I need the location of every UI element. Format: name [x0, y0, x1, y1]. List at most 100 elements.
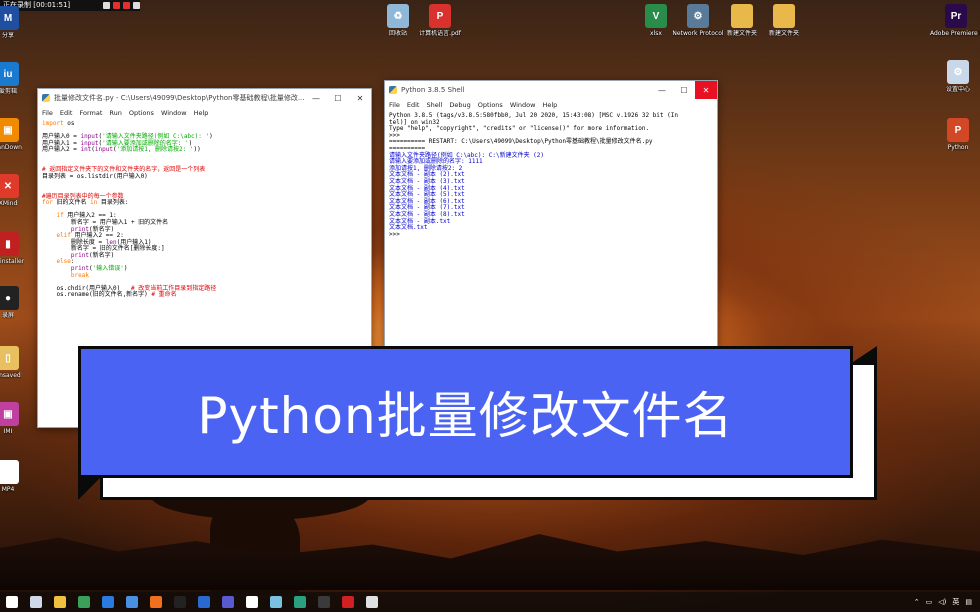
- shell-output-area[interactable]: Python 3.8.5 (tags/v3.8.5:580fbb0, Jul 2…: [385, 111, 717, 240]
- start-icon[interactable]: [6, 596, 18, 608]
- shell-titlebar[interactable]: Python 3.8.5 Shell — ☐ ✕: [385, 81, 717, 99]
- app-icon-tb4[interactable]: [198, 596, 210, 608]
- desktop-icon[interactable]: ⚙ 设置中心: [932, 60, 980, 93]
- desktop-icon[interactable]: ▮ Uninstaller: [0, 232, 34, 265]
- editor-menu-file[interactable]: File: [42, 109, 53, 117]
- desktop-icon-label: Adobe Premiere Pro: [930, 30, 980, 37]
- desktop-icon[interactable]: ▯ unsaved: [0, 346, 34, 379]
- network-tray-icon[interactable]: ▭: [926, 598, 933, 606]
- python-icon: [42, 94, 50, 102]
- desktop-icon-label: 回收站: [388, 30, 407, 37]
- editor-code-line: [42, 154, 367, 161]
- banner-title: Python批量修改文件名: [197, 387, 734, 445]
- shell-output-line: >>>: [389, 230, 404, 238]
- record-icon[interactable]: [342, 596, 354, 608]
- shell-menu-shell[interactable]: Shell: [426, 101, 442, 109]
- shell-output-line: Type "help", "copyright", "credits" or "…: [389, 125, 650, 133]
- app-icon-tb6[interactable]: [246, 596, 258, 608]
- app-icon-doc: ▯: [0, 346, 19, 370]
- browser-icon[interactable]: [102, 596, 114, 608]
- camera-icon[interactable]: [133, 2, 140, 9]
- maximize-button[interactable]: ☐: [327, 89, 349, 107]
- task-view-icon[interactable]: [30, 596, 42, 608]
- editor-menu-window[interactable]: Window: [161, 109, 187, 117]
- minimize-button[interactable]: —: [651, 81, 673, 99]
- minimize-button[interactable]: —: [305, 89, 327, 107]
- file-explorer-icon[interactable]: [54, 596, 66, 608]
- shell-menu-debug[interactable]: Debug: [449, 101, 470, 109]
- desktop-icon-label: MP4: [1, 486, 15, 493]
- close-button[interactable]: ✕: [349, 89, 371, 107]
- stop-icon[interactable]: [123, 2, 130, 9]
- maximize-button[interactable]: ☐: [673, 81, 695, 99]
- title-banner: Python批量修改文件名: [78, 346, 853, 478]
- app-icon-blue: iu: [0, 62, 19, 86]
- desktop-icon-label: 新建文件夹: [726, 30, 757, 37]
- desktop-icon[interactable]: iu 爱剪辑: [0, 62, 34, 95]
- shell-output-line: ========== RESTART: C:\Users\49099\Deskt…: [389, 138, 653, 146]
- desktop-icon[interactable]: ▣ PanDown: [0, 118, 34, 151]
- taskbar: ⌃ ▭ ◁) 英 ▤: [0, 592, 980, 612]
- desktop-icon-label: IMI: [3, 428, 13, 435]
- editor-code-line: os.rename(旧的文件名,新名字) # 重命名: [42, 291, 177, 299]
- editor-code-area[interactable]: import os 用户输入0 = input('请输入文件夹路径(例如 C:\…: [38, 119, 371, 301]
- desktop-icon[interactable]: Pr Adobe Premiere Pro: [930, 4, 980, 37]
- app-icon-tb9[interactable]: [318, 596, 330, 608]
- editor-code-line: for 旧的文件名 in 目录列表:: [42, 199, 129, 207]
- desktop-icon-label: Uninstaller: [0, 258, 25, 265]
- desktop-icon[interactable]: ● 录屏: [0, 286, 34, 319]
- app-icon-tb2[interactable]: [126, 596, 138, 608]
- editor-menu-help[interactable]: Help: [194, 109, 209, 117]
- desktop-icon-label: unsaved: [0, 372, 21, 379]
- editor-menu-edit[interactable]: Edit: [60, 109, 73, 117]
- desktop-icon[interactable]: M 分享: [0, 6, 34, 39]
- folder-icon-2: [773, 4, 795, 28]
- desktop-icon[interactable]: P Python: [932, 118, 980, 151]
- desktop-icon[interactable]: ✕ XMind: [0, 174, 34, 207]
- app-icon-tb10[interactable]: [366, 596, 378, 608]
- desktop-icon[interactable]: 新建文件夹: [758, 4, 810, 37]
- qq-icon[interactable]: [174, 596, 186, 608]
- shell-output-line: 文本文档 - 副本.txt: [389, 217, 451, 225]
- ppt-icon: P: [947, 118, 969, 142]
- system-tray: ⌃ ▭ ◁) 英 ▤: [914, 597, 980, 607]
- editor-code-line: 用户输入2 = int(input('添加请按1, 删除请按2: ')): [42, 146, 201, 154]
- shell-menu-help[interactable]: Help: [542, 101, 557, 109]
- shell-menu-edit[interactable]: Edit: [407, 101, 420, 109]
- app-icon-tb3[interactable]: [150, 596, 162, 608]
- desktop-icon[interactable]: ▶ MP4: [0, 460, 34, 493]
- editor-menu-run[interactable]: Run: [109, 109, 121, 117]
- chevron-up-icon[interactable]: ⌃: [914, 598, 920, 606]
- desktop-icon[interactable]: ▣ IMI: [0, 402, 34, 435]
- pause-icon[interactable]: [113, 2, 120, 9]
- editor-code-line: import os: [42, 120, 75, 127]
- editor-menu-format[interactable]: Format: [79, 109, 102, 117]
- close-button[interactable]: ✕: [695, 81, 717, 99]
- pen-icon[interactable]: [103, 2, 110, 9]
- app-icon-tb7[interactable]: [270, 596, 282, 608]
- wps-icon: V: [645, 4, 667, 28]
- ime-indicator[interactable]: 英: [952, 597, 959, 607]
- shell-menu-options[interactable]: Options: [478, 101, 503, 109]
- editor-menu-options[interactable]: Options: [129, 109, 154, 117]
- premiere-icon: Pr: [945, 4, 967, 28]
- editor-titlebar[interactable]: 批量修改文件名.py - C:\Users\49099\Desktop\Pyth…: [38, 89, 371, 107]
- volume-icon[interactable]: ◁): [938, 598, 946, 606]
- app-icon-tb1[interactable]: [78, 596, 90, 608]
- pdf-file-icon: P: [429, 4, 451, 28]
- shell-menu-file[interactable]: File: [389, 101, 400, 109]
- notification-icon[interactable]: ▤: [965, 598, 972, 606]
- app-icon-tb5[interactable]: [222, 596, 234, 608]
- desktop-icon[interactable]: P 计算机语言.pdf: [414, 4, 466, 37]
- shell-window[interactable]: Python 3.8.5 Shell — ☐ ✕ File Edit Shell De…: [384, 80, 718, 348]
- desktop-icon-label: 设置中心: [945, 86, 970, 93]
- editor-code-line: break: [70, 271, 89, 279]
- editor-code-line: [42, 180, 367, 187]
- app-icon-m: M: [0, 6, 19, 30]
- app-icon-tb8[interactable]: [294, 596, 306, 608]
- app-icon-pink: ▣: [0, 402, 19, 426]
- python-icon: [389, 86, 397, 94]
- app-icon-rec: ●: [0, 286, 19, 310]
- shell-menu-window[interactable]: Window: [510, 101, 536, 109]
- app-icon-orange: ▣: [0, 118, 19, 142]
